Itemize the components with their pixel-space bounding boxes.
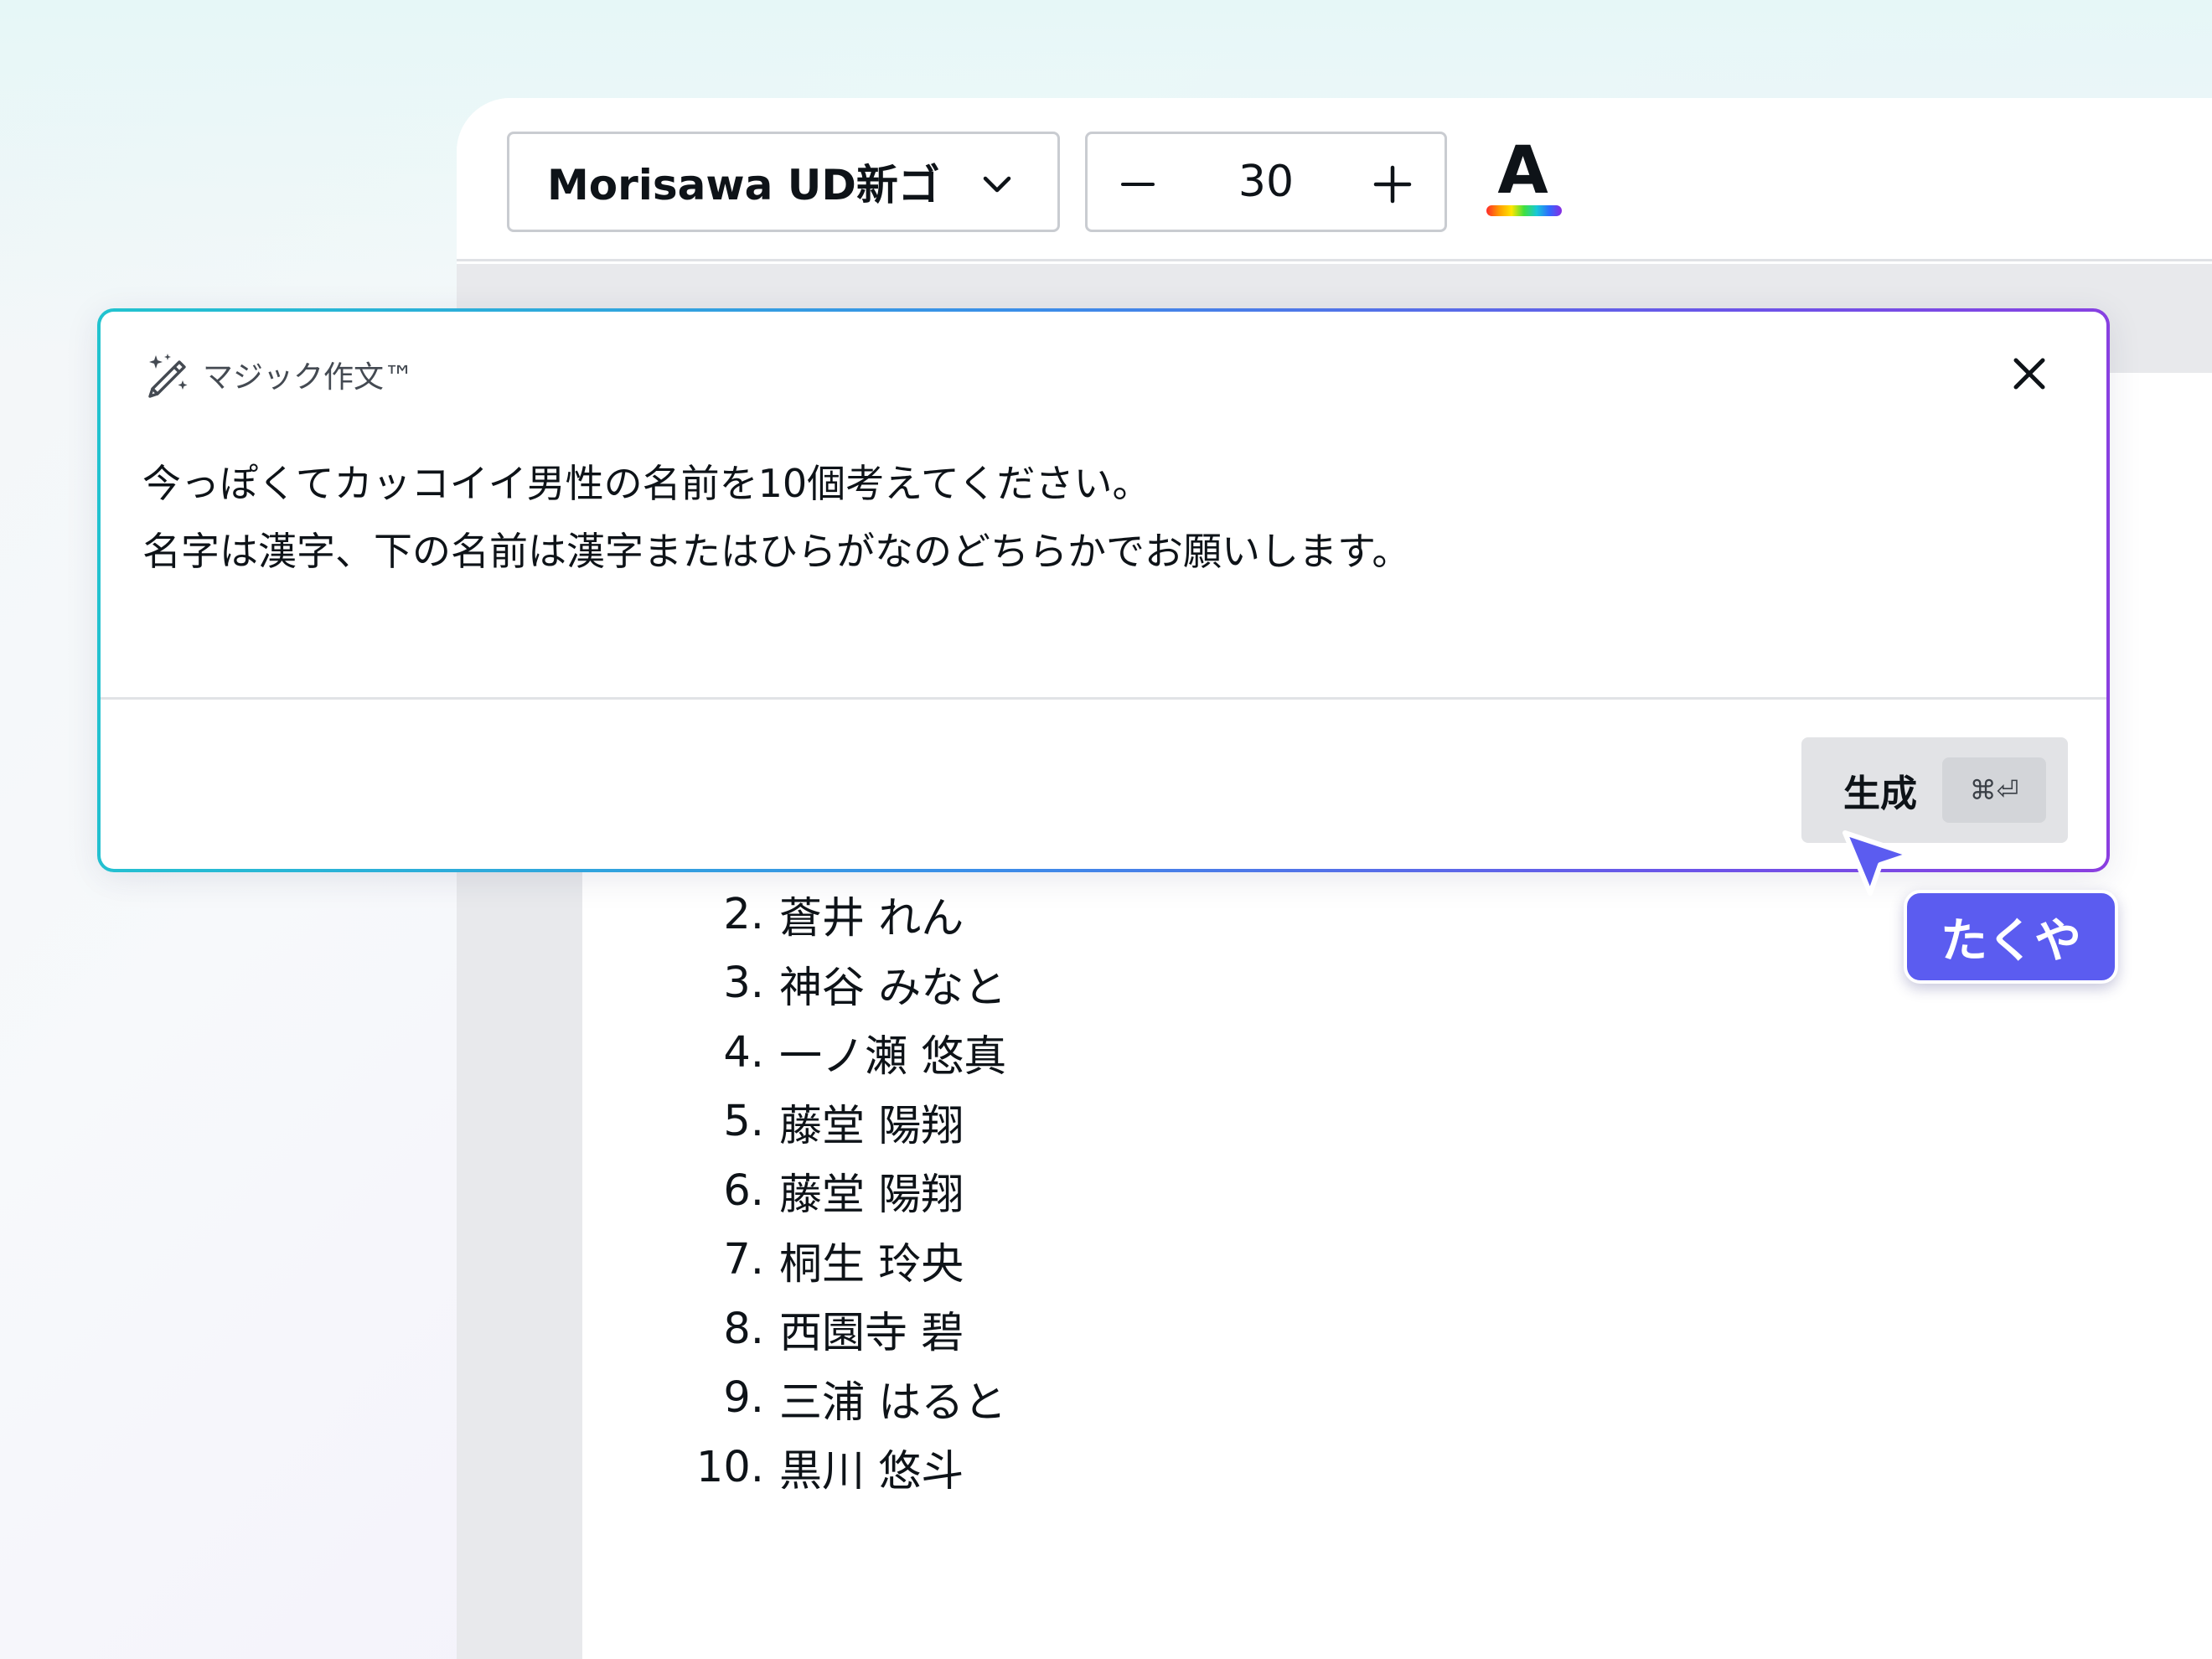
list-text: 西園寺 碧 bbox=[779, 1309, 964, 1359]
list-text: 三浦 はると bbox=[779, 1377, 1007, 1428]
magic-write-title: マジック作文™ bbox=[203, 360, 415, 395]
font-size-input[interactable]: 30 bbox=[1188, 134, 1344, 230]
keyboard-shortcut-badge: ⌘⏎ bbox=[1942, 757, 2046, 823]
list-text: 黒川 悠斗 bbox=[779, 1447, 964, 1497]
list-number: 5. bbox=[723, 1097, 764, 1147]
toolbar: Morisawa UD新ゴ 30 A bbox=[457, 98, 2212, 261]
list-number: 3. bbox=[723, 959, 764, 1009]
list-number: 6. bbox=[723, 1165, 764, 1216]
list-text: 一ノ瀬 悠真 bbox=[779, 1032, 1007, 1083]
list-item: 3. 神谷 みなと bbox=[687, 949, 1006, 1019]
magic-write-body: マジック作文™ 今っぽくてカッコイイ男性の名前を10個考えてください。 名字は漢… bbox=[101, 312, 2106, 869]
list-item: 6. 藤堂 陽翔 bbox=[687, 1156, 1006, 1226]
list-number: 9. bbox=[723, 1373, 764, 1424]
text-color-button[interactable]: A bbox=[1483, 133, 1563, 217]
list-number: 4. bbox=[723, 1027, 764, 1078]
prompt-textarea[interactable]: 今っぽくてカッコイイ男性の名前を10個考えてください。 名字は漢字、下の名前は漢… bbox=[142, 450, 2028, 586]
list-text: 藤堂 陽翔 bbox=[779, 1101, 964, 1151]
list-item: 2. 蒼井 れん bbox=[687, 880, 1006, 949]
list-item: 10. 黒川 悠斗 bbox=[687, 1433, 1006, 1502]
collaborator-name-tag: たくや bbox=[1904, 890, 2118, 984]
list-number: 8. bbox=[723, 1304, 764, 1354]
divider bbox=[101, 697, 2106, 700]
list-item: 8. 西園寺 碧 bbox=[687, 1295, 1006, 1364]
list-item: 7. 桐生 玲央 bbox=[687, 1226, 1006, 1295]
list-number: 2. bbox=[723, 889, 764, 939]
font-size-stepper: 30 bbox=[1085, 132, 1447, 232]
chevron-down-icon bbox=[983, 176, 1011, 193]
list-text: 桐生 玲央 bbox=[779, 1239, 964, 1289]
plus-icon[interactable] bbox=[1371, 163, 1414, 206]
list-item: 5. 藤堂 陽翔 bbox=[687, 1088, 1006, 1157]
color-indicator-bar bbox=[1486, 205, 1562, 216]
prompt-line: 名字は漢字、下の名前は漢字またはひらがなのどちらかでお願いします。 bbox=[142, 529, 1411, 574]
magic-write-header: マジック作文™ bbox=[142, 349, 414, 400]
text-color-icon: A bbox=[1497, 133, 1548, 209]
list-item: 4. 一ノ瀬 悠真 bbox=[687, 1018, 1006, 1088]
list-text: 藤堂 陽翔 bbox=[779, 1171, 964, 1221]
list-text: 神谷 みなと bbox=[779, 963, 1007, 1013]
list-item: 9. 三浦 はると bbox=[687, 1364, 1006, 1434]
cursor-arrow-icon bbox=[1842, 830, 1913, 896]
magic-wand-icon bbox=[148, 354, 188, 398]
font-family-label: Morisawa UD新ゴ bbox=[547, 161, 940, 209]
list-number: 7. bbox=[723, 1235, 764, 1285]
magic-write-panel: マジック作文™ 今っぽくてカッコイイ男性の名前を10個考えてください。 名字は漢… bbox=[97, 308, 2110, 872]
minus-icon[interactable] bbox=[1118, 164, 1158, 204]
generated-name-list[interactable]: 2. 蒼井 れん 3. 神谷 みなと 4. 一ノ瀬 悠真 5. 藤堂 陽翔 6.… bbox=[687, 880, 1006, 1502]
font-family-dropdown[interactable]: Morisawa UD新ゴ bbox=[507, 132, 1060, 232]
list-text: 蒼井 れん bbox=[779, 894, 964, 944]
prompt-line: 今っぽくてカッコイイ男性の名前を10個考えてください。 bbox=[142, 461, 1151, 506]
list-number: 10. bbox=[695, 1442, 764, 1492]
close-icon[interactable] bbox=[2009, 354, 2049, 394]
